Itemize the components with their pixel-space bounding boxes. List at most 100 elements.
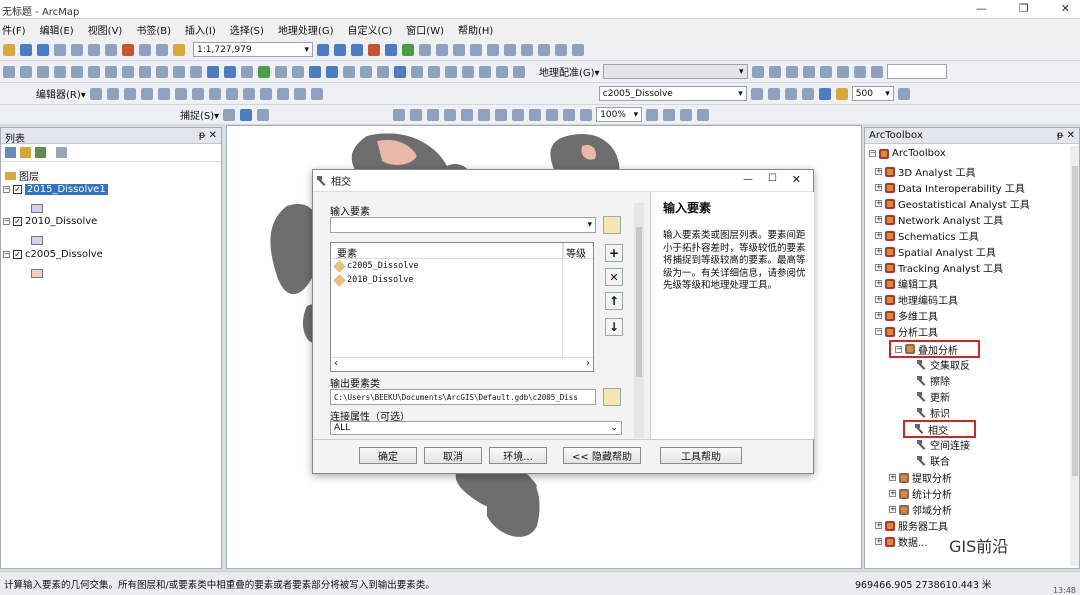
route-icon[interactable] bbox=[479, 65, 491, 78]
tool-icon-19[interactable] bbox=[139, 65, 151, 78]
print-icon[interactable] bbox=[54, 43, 66, 56]
new-icon[interactable] bbox=[3, 43, 15, 56]
scroll-left-icon[interactable]: ‹ bbox=[334, 358, 338, 371]
menu-file[interactable]: 件(F) bbox=[2, 22, 26, 37]
toolset-item[interactable]: + 邻域分析 bbox=[889, 502, 952, 517]
snapping-menu[interactable]: 捕捉(S)▾ bbox=[180, 107, 219, 122]
tool-item[interactable]: 更新 bbox=[917, 389, 950, 404]
expand-icon[interactable]: + bbox=[889, 474, 896, 481]
toc-layer-2010[interactable]: − ✓ 2010_Dissolve bbox=[3, 216, 97, 227]
tool-icon-9[interactable] bbox=[555, 43, 567, 56]
cut-icon[interactable] bbox=[71, 43, 83, 56]
tool-icon-5[interactable] bbox=[487, 43, 499, 56]
cancel-button[interactable]: 取消 bbox=[424, 447, 482, 464]
move-down-button[interactable]: ↓ bbox=[605, 318, 623, 336]
layout-tool-16-icon[interactable] bbox=[697, 108, 710, 121]
horizontal-scrollbar[interactable]: ‹ › bbox=[331, 357, 593, 371]
close-button[interactable]: ✕ bbox=[1061, 2, 1070, 15]
tool-item[interactable]: 交集取反 bbox=[917, 357, 970, 372]
list-by-source-icon[interactable] bbox=[20, 147, 31, 158]
layout-tool-3-icon[interactable] bbox=[427, 108, 440, 121]
select-elements-icon[interactable] bbox=[377, 65, 389, 78]
zoom-in-icon[interactable] bbox=[207, 65, 219, 78]
expand-icon[interactable]: + bbox=[875, 280, 882, 287]
tool-icon-21[interactable] bbox=[173, 65, 185, 78]
snap-end-icon[interactable] bbox=[240, 108, 253, 121]
ok-button[interactable]: 确定 bbox=[359, 447, 417, 464]
minimize-button[interactable]: — bbox=[976, 2, 987, 15]
fixed-zoom-in-icon[interactable] bbox=[275, 65, 287, 78]
tool-icon-10[interactable] bbox=[572, 43, 584, 56]
effects-tool-6-icon[interactable] bbox=[835, 87, 848, 100]
toc-layer-2015[interactable]: − ✓ 2015_Dissolve1 bbox=[3, 184, 108, 195]
tool-icon-11[interactable] bbox=[3, 65, 15, 78]
toolbox-item[interactable]: + Data Interoperability 工具 bbox=[875, 180, 1025, 195]
xy-icon[interactable] bbox=[496, 65, 508, 78]
menu-bookmarks[interactable]: 书签(B) bbox=[136, 22, 171, 37]
back-icon[interactable] bbox=[309, 65, 321, 78]
tool-icon-14[interactable] bbox=[54, 65, 66, 78]
layer-symbol[interactable] bbox=[31, 269, 43, 278]
tool-item[interactable]: 标识 bbox=[917, 405, 950, 420]
full-extent-icon[interactable] bbox=[258, 65, 270, 78]
toolbox-item-analysis[interactable]: − 分析工具 bbox=[875, 324, 938, 339]
expand-icon[interactable]: + bbox=[889, 506, 896, 513]
georef-tool-1-icon[interactable] bbox=[751, 65, 764, 78]
model-builder-icon[interactable] bbox=[402, 43, 414, 56]
tool-icon-1[interactable] bbox=[419, 43, 431, 56]
collapse-icon[interactable]: − bbox=[3, 186, 10, 193]
menu-view[interactable]: 视图(V) bbox=[88, 22, 123, 37]
add-row-button[interactable]: + bbox=[605, 244, 623, 262]
layout-tool-12-icon[interactable] bbox=[580, 108, 593, 121]
tool-icon-20[interactable] bbox=[156, 65, 168, 78]
arctoolbox-icon[interactable] bbox=[368, 43, 380, 56]
save-icon[interactable] bbox=[37, 43, 49, 56]
edit-tool-8-icon[interactable] bbox=[208, 87, 221, 100]
layer-visibility-checkbox[interactable]: ✓ bbox=[13, 217, 22, 226]
tool-item[interactable]: 空间连接 bbox=[917, 437, 970, 452]
input-features-combo[interactable]: ▾ bbox=[330, 217, 596, 233]
georef-tool-7-icon[interactable] bbox=[853, 65, 866, 78]
expand-icon[interactable]: + bbox=[875, 200, 882, 207]
join-attributes-select[interactable]: ALL ⌄ bbox=[330, 421, 622, 435]
expand-icon[interactable]: + bbox=[875, 538, 882, 545]
menu-insert[interactable]: 插入(I) bbox=[185, 22, 216, 37]
tool-icon-17[interactable] bbox=[105, 65, 117, 78]
tool-icon-6[interactable] bbox=[504, 43, 516, 56]
layout-tool-4-icon[interactable] bbox=[444, 108, 457, 121]
tool-icon-22[interactable] bbox=[190, 65, 202, 78]
layout-tool-14-icon[interactable] bbox=[663, 108, 676, 121]
effects-tool-3-icon[interactable] bbox=[784, 87, 797, 100]
toolbox-root[interactable]: − ArcToolbox bbox=[869, 148, 946, 159]
collapse-icon[interactable]: − bbox=[3, 218, 10, 225]
georeference-menu[interactable]: 地理配准(G)▾ bbox=[539, 64, 600, 79]
layout-tool-15-icon[interactable] bbox=[680, 108, 693, 121]
tool-item[interactable]: 联合 bbox=[917, 453, 950, 468]
toolbox-item[interactable]: + 多维工具 bbox=[875, 308, 938, 323]
tool-icon-8[interactable] bbox=[538, 43, 550, 56]
edit-tool-6-icon[interactable] bbox=[174, 87, 187, 100]
tool-icon-18[interactable] bbox=[122, 65, 134, 78]
editor-toolbar-icon[interactable] bbox=[317, 43, 329, 56]
dialog-maximize-button[interactable]: ☐ bbox=[768, 173, 777, 184]
redo-icon[interactable] bbox=[156, 43, 168, 56]
vertical-scrollbar[interactable] bbox=[1070, 146, 1079, 566]
layer-combo[interactable]: c2005_Dissolve ▾ bbox=[598, 86, 747, 101]
dialog-minimize-button[interactable]: — bbox=[743, 174, 753, 185]
toc-root[interactable]: 图层 bbox=[5, 168, 39, 183]
expand-icon[interactable]: + bbox=[875, 216, 882, 223]
tool-icon-15[interactable] bbox=[71, 65, 83, 78]
scroll-right-icon[interactable]: › bbox=[586, 358, 590, 371]
environments-button[interactable]: 环境... bbox=[489, 447, 547, 464]
tool-item[interactable]: 擦除 bbox=[917, 373, 950, 388]
layout-tool-9-icon[interactable] bbox=[529, 108, 542, 121]
effects-tool-7-icon[interactable] bbox=[897, 87, 910, 100]
expand-icon[interactable]: + bbox=[875, 522, 882, 529]
effects-tool-5-icon[interactable] bbox=[818, 87, 831, 100]
menu-edit[interactable]: 编辑(E) bbox=[40, 22, 74, 37]
delete-icon[interactable] bbox=[122, 43, 134, 56]
toc-layer-2005[interactable]: − ✓ c2005_Dissolve bbox=[3, 249, 103, 260]
toolbox-item[interactable]: + 数据... bbox=[875, 534, 928, 549]
georef-layer-combo[interactable]: ▾ bbox=[602, 64, 748, 79]
toolbox-item[interactable]: + Schematics 工具 bbox=[875, 228, 979, 243]
